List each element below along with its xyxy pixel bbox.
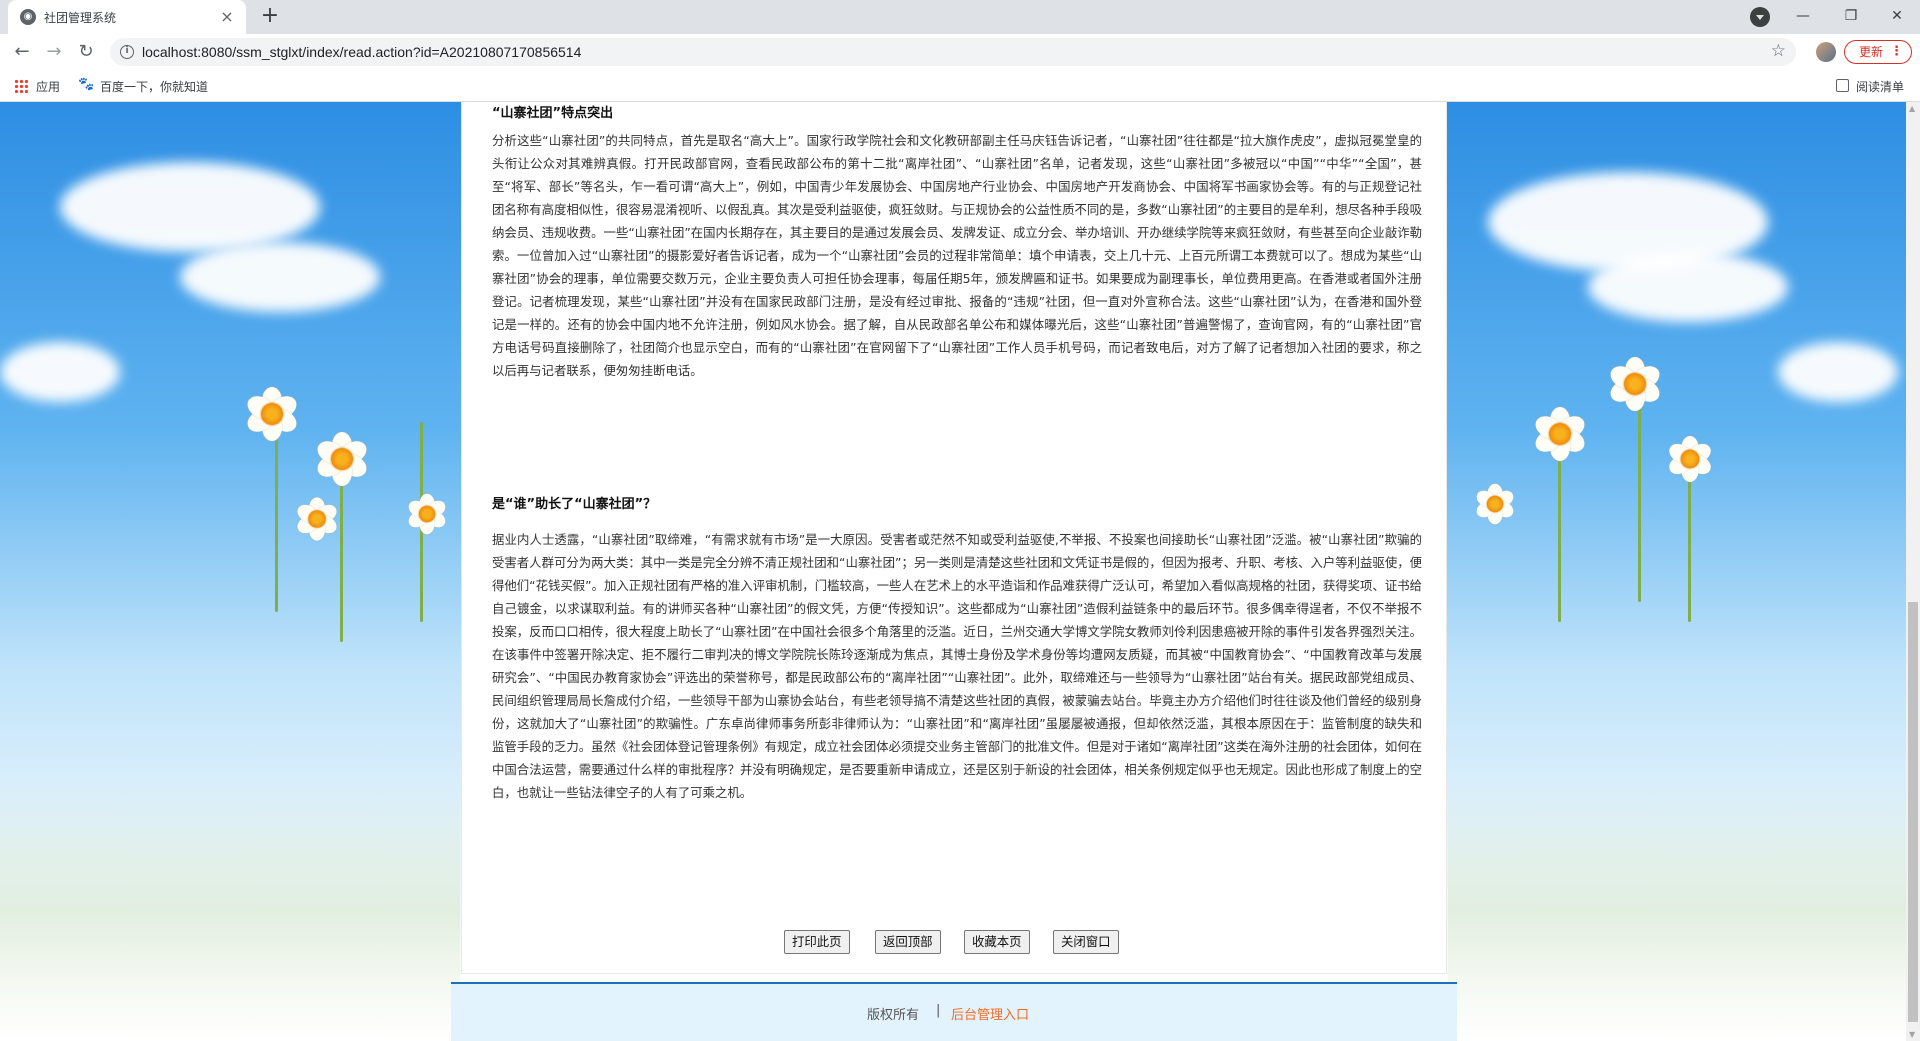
page-footer: 版权所有 | 后台管理入口 bbox=[451, 982, 1457, 1041]
reload-icon[interactable]: ↻ bbox=[74, 40, 98, 64]
bookmark-apps[interactable]: 应用 bbox=[36, 78, 60, 95]
update-button[interactable]: 更新 ⋮ bbox=[1844, 40, 1912, 64]
daffodil-icon bbox=[313, 432, 371, 486]
tab-close-icon[interactable]: × bbox=[218, 8, 236, 26]
reading-list-button[interactable]: 阅读清单 bbox=[1856, 78, 1904, 95]
forward-arrow-icon[interactable]: → bbox=[42, 40, 66, 64]
daffodil-icon bbox=[294, 497, 340, 541]
more-menu-icon[interactable]: ⋮ bbox=[1890, 41, 1903, 63]
baidu-paw-icon[interactable]: 🐾 bbox=[78, 78, 94, 92]
close-window-button[interactable]: 关闭窗口 bbox=[1053, 930, 1119, 954]
print-button[interactable]: 打印此页 bbox=[784, 930, 850, 954]
reading-list-icon[interactable] bbox=[1836, 79, 1849, 92]
copyright-text: 版权所有 bbox=[867, 1008, 920, 1023]
profile-avatar[interactable] bbox=[1816, 42, 1836, 62]
vertical-scrollbar[interactable]: ▲ ▼ bbox=[1906, 102, 1920, 1041]
daffodil-icon bbox=[405, 493, 449, 535]
globe-icon: ◉ bbox=[20, 9, 36, 25]
article-paragraph: 据业内人士透露，“山寨社团”取缔难，“有需求就有市场”是一大原因。受害者或茫然不… bbox=[492, 532, 1422, 800]
daffodil-icon bbox=[243, 387, 301, 441]
bookmarks-bar: 应用 🐾 百度一下，你就知道 阅读清单 bbox=[0, 70, 1920, 102]
scrollbar-thumb[interactable] bbox=[1908, 602, 1918, 1022]
section-heading: 是“谁”助长了“山寨社团”？ bbox=[492, 497, 657, 512]
tab-title: 社团管理系统 bbox=[44, 11, 117, 25]
article-panel: “山寨社团”特点突出 分析这些“山寨社团”的共同特点，首先是取名“高大上”。国家… bbox=[461, 102, 1447, 974]
tab-search-icon[interactable] bbox=[1750, 7, 1770, 27]
decorative-background-right bbox=[1448, 102, 1906, 1041]
url-text[interactable]: localhost:8080/ssm_stglxt/index/read.act… bbox=[142, 44, 581, 60]
action-button-row: 打印此页 返回顶部 收藏本页 关闭窗口 bbox=[462, 930, 1448, 954]
browser-toolbar: ← → ↻ i localhost:8080/ssm_stglxt/index/… bbox=[0, 34, 1920, 70]
browser-tab[interactable]: ◉ 社团管理系统 × bbox=[8, 0, 246, 34]
page-viewport: “山寨社团”特点突出 分析这些“山寨社团”的共同特点，首先是取名“高大上”。国家… bbox=[0, 102, 1906, 1041]
scroll-up-icon[interactable]: ▲ bbox=[1909, 104, 1915, 113]
address-bar[interactable]: i localhost:8080/ssm_stglxt/index/read.a… bbox=[110, 38, 1796, 66]
bookmark-star-icon[interactable]: ☆ bbox=[1771, 41, 1786, 61]
update-label: 更新 bbox=[1859, 45, 1884, 59]
restore-icon[interactable]: ❐ bbox=[1828, 2, 1874, 32]
apps-grid-icon[interactable] bbox=[14, 79, 28, 93]
minimize-icon[interactable]: — bbox=[1780, 2, 1826, 32]
info-icon[interactable]: i bbox=[120, 45, 134, 59]
article-container: “山寨社团”特点突出 分析这些“山寨社团”的共同特点，首先是取名“高大上”。国家… bbox=[461, 102, 1447, 982]
browser-tabstrip: ◉ 社团管理系统 × + — ❐ ✕ bbox=[0, 0, 1920, 34]
daffodil-icon bbox=[1665, 436, 1715, 482]
daffodil-icon bbox=[1606, 357, 1664, 411]
window-close-icon[interactable]: ✕ bbox=[1874, 2, 1920, 32]
back-arrow-icon[interactable]: ← bbox=[10, 40, 34, 64]
scroll-down-icon[interactable]: ▼ bbox=[1909, 1030, 1915, 1039]
footer-separator: | bbox=[936, 1003, 941, 1018]
decorative-background-left bbox=[0, 102, 460, 1041]
article-paragraph: 分析这些“山寨社团”的共同特点，首先是取名“高大上”。国家行政学院社会和文化教研… bbox=[492, 133, 1422, 378]
bookmark-page-button[interactable]: 收藏本页 bbox=[964, 930, 1030, 954]
admin-entry-link[interactable]: 后台管理入口 bbox=[951, 1004, 1029, 1023]
bookmark-baidu[interactable]: 百度一下，你就知道 bbox=[100, 78, 208, 95]
back-to-top-button[interactable]: 返回顶部 bbox=[875, 930, 941, 954]
daffodil-icon bbox=[1473, 483, 1517, 525]
section-heading: “山寨社团”特点突出 bbox=[492, 106, 614, 121]
new-tab-button[interactable]: + bbox=[258, 5, 282, 29]
daffodil-icon bbox=[1531, 407, 1589, 461]
